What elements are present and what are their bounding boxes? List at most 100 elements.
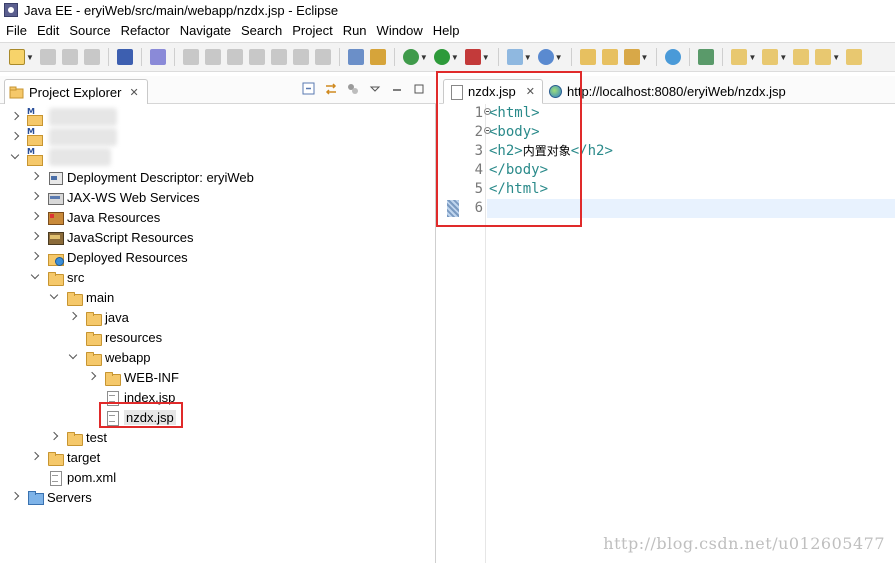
expand-icon[interactable] bbox=[68, 312, 78, 322]
menu-project[interactable]: Project bbox=[287, 23, 337, 38]
tree-item-project-eryiweb[interactable] bbox=[10, 147, 111, 167]
new-java-class-icon[interactable] bbox=[537, 49, 554, 65]
tree-item-jaxws[interactable]: JAX-WS Web Services bbox=[30, 187, 200, 207]
run-external-tools-icon[interactable] bbox=[464, 49, 481, 65]
search-dropdown-icon[interactable]: ▼ bbox=[641, 53, 649, 62]
back-icon[interactable] bbox=[815, 49, 832, 65]
tree-item-main[interactable]: main bbox=[49, 287, 114, 307]
collapse-icon[interactable] bbox=[10, 152, 20, 162]
tree-item-webapp[interactable]: webapp bbox=[68, 347, 151, 367]
print-icon[interactable] bbox=[83, 49, 100, 65]
expand-icon[interactable] bbox=[30, 232, 40, 242]
collapse-icon[interactable] bbox=[68, 352, 78, 362]
menu-file[interactable]: File bbox=[1, 23, 32, 38]
minimize-icon[interactable] bbox=[390, 82, 404, 96]
external-tools-dropdown-icon[interactable]: ▼ bbox=[482, 53, 490, 62]
step-return-icon[interactable] bbox=[314, 49, 331, 65]
resume-icon[interactable] bbox=[182, 49, 199, 65]
tree-item-src[interactable]: src bbox=[30, 267, 84, 287]
open-web-browser-icon[interactable] bbox=[665, 49, 682, 65]
maven-project-icon bbox=[27, 147, 43, 166]
build-icon[interactable] bbox=[369, 49, 386, 65]
new-server-dropdown-icon[interactable]: ▼ bbox=[524, 53, 532, 62]
skip-breakpoints-icon[interactable] bbox=[149, 49, 166, 65]
next-annotation-dropdown-icon[interactable]: ▼ bbox=[748, 53, 756, 62]
expand-icon[interactable] bbox=[30, 212, 40, 222]
tree-item-label: Java Resources bbox=[67, 209, 161, 225]
tree-item-javascript-resources[interactable]: JavaScript Resources bbox=[30, 227, 193, 247]
editor-tab-browser[interactable]: http://localhost:8080/eryiWeb/nzdx.jsp bbox=[543, 79, 803, 104]
save-all-icon[interactable] bbox=[61, 49, 78, 65]
debug-dropdown-icon[interactable]: ▼ bbox=[420, 53, 428, 62]
tree-item-java[interactable]: java bbox=[68, 307, 129, 327]
save-icon[interactable] bbox=[39, 49, 56, 65]
tree-item-pom-xml[interactable]: pom.xml bbox=[30, 467, 116, 487]
forward-icon[interactable] bbox=[846, 49, 863, 65]
terminal-icon[interactable] bbox=[116, 49, 133, 65]
debug-icon[interactable] bbox=[402, 49, 419, 65]
expand-icon[interactable] bbox=[10, 492, 20, 502]
suspend-icon[interactable] bbox=[204, 49, 221, 65]
menu-navigate[interactable]: Navigate bbox=[175, 23, 236, 38]
search-icon[interactable] bbox=[623, 49, 640, 65]
menu-help[interactable]: Help bbox=[428, 23, 465, 38]
view-menu-icon[interactable] bbox=[368, 82, 382, 96]
close-icon[interactable]: ✕ bbox=[129, 86, 138, 99]
link-with-editor-icon[interactable] bbox=[324, 82, 338, 96]
previous-annotation-icon[interactable] bbox=[762, 49, 779, 65]
menu-search[interactable]: Search bbox=[236, 23, 287, 38]
menu-refactor[interactable]: Refactor bbox=[116, 23, 175, 38]
menu-edit[interactable]: Edit bbox=[32, 23, 64, 38]
menu-source[interactable]: Source bbox=[64, 23, 115, 38]
menu-run[interactable]: Run bbox=[338, 23, 372, 38]
project-explorer-tab[interactable]: Project Explorer ✕ bbox=[4, 79, 148, 104]
tree-item-test[interactable]: test bbox=[49, 427, 107, 447]
previous-annotation-dropdown-icon[interactable]: ▼ bbox=[779, 53, 787, 62]
new-server-icon[interactable] bbox=[506, 49, 523, 65]
run-dropdown-icon[interactable]: ▼ bbox=[451, 53, 459, 62]
last-edit-location-icon[interactable] bbox=[793, 49, 810, 65]
expand-icon[interactable] bbox=[30, 452, 40, 462]
disconnect-icon[interactable] bbox=[248, 49, 265, 65]
run-icon[interactable] bbox=[433, 49, 450, 65]
folder-icon bbox=[66, 290, 83, 306]
collapse-all-icon[interactable] bbox=[302, 82, 316, 96]
redacted-project-name bbox=[49, 148, 111, 166]
tree-item-target[interactable]: target bbox=[30, 447, 100, 467]
step-into-icon[interactable] bbox=[270, 49, 287, 65]
open-type-icon[interactable] bbox=[579, 49, 596, 65]
expand-icon[interactable] bbox=[49, 432, 59, 442]
expand-icon[interactable] bbox=[30, 172, 40, 182]
expand-icon[interactable] bbox=[30, 252, 40, 262]
tree-item-servers[interactable]: Servers bbox=[10, 487, 92, 507]
menu-window[interactable]: Window bbox=[372, 23, 428, 38]
next-annotation-icon[interactable] bbox=[731, 49, 748, 65]
tree-item-deployed-resources[interactable]: Deployed Resources bbox=[30, 247, 188, 267]
tree-item-web-inf[interactable]: WEB-INF bbox=[87, 367, 179, 387]
expand-icon[interactable] bbox=[30, 192, 40, 202]
tree-item-deployment-descriptor[interactable]: Deployment Descriptor: eryiWeb bbox=[30, 167, 254, 187]
collapse-icon[interactable] bbox=[49, 292, 59, 302]
focus-on-active-task-icon[interactable] bbox=[346, 82, 360, 96]
collapse-icon[interactable] bbox=[30, 272, 40, 282]
new-dropdown-icon[interactable]: ▼ bbox=[26, 53, 34, 62]
expand-icon[interactable] bbox=[10, 112, 20, 122]
tree-item-label: target bbox=[67, 449, 101, 465]
tree-item-project-2[interactable] bbox=[10, 127, 117, 147]
folder-icon bbox=[85, 350, 102, 366]
tree-item-project-1[interactable] bbox=[10, 107, 117, 127]
new-icon[interactable] bbox=[9, 49, 25, 65]
xml-file-icon bbox=[47, 470, 63, 486]
back-dropdown-icon[interactable]: ▼ bbox=[832, 53, 840, 62]
step-over-icon[interactable] bbox=[292, 49, 309, 65]
open-resource-icon[interactable] bbox=[601, 49, 618, 65]
format-icon[interactable] bbox=[347, 49, 364, 65]
tree-item-resources[interactable]: resources bbox=[68, 327, 162, 347]
expand-icon[interactable] bbox=[10, 132, 20, 142]
expand-icon[interactable] bbox=[87, 372, 97, 382]
new-class-dropdown-icon[interactable]: ▼ bbox=[555, 53, 563, 62]
toggle-annotation-icon[interactable] bbox=[698, 49, 715, 65]
terminate-icon[interactable] bbox=[226, 49, 243, 65]
maximize-icon[interactable] bbox=[412, 82, 426, 96]
tree-item-java-resources[interactable]: Java Resources bbox=[30, 207, 160, 227]
